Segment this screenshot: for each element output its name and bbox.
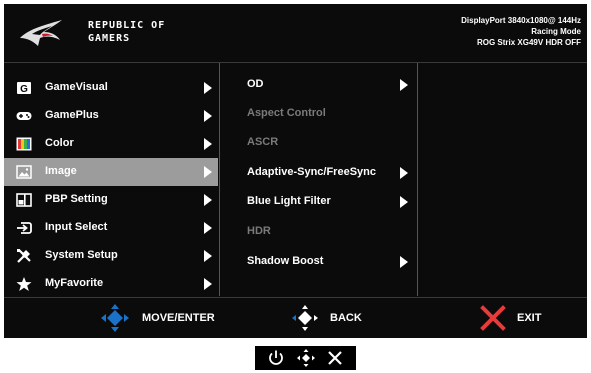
chevron-right-icon bbox=[204, 166, 212, 178]
menu-item-label: PBP Setting bbox=[45, 193, 108, 205]
status-model: ROG Strix XG49V HDR OFF bbox=[476, 38, 581, 47]
brand-text: REPUBLIC OF GAMERS bbox=[88, 19, 165, 45]
chevron-right-icon bbox=[204, 222, 212, 234]
menu-item-pbp-setting[interactable]: PBP Setting bbox=[4, 186, 218, 214]
submenu-item-label: OD bbox=[247, 78, 264, 90]
osd-menu: REPUBLIC OF GAMERS DisplayPort 3840x1080… bbox=[4, 4, 587, 338]
menu-item-gameplus[interactable]: GamePlus bbox=[4, 102, 218, 130]
menu-item-system-setup[interactable]: System Setup bbox=[4, 242, 218, 270]
menu-item-image[interactable]: Image bbox=[4, 158, 218, 186]
menu-item-label: Color bbox=[45, 137, 74, 149]
move-enter-label: MOVE/ENTER bbox=[142, 312, 215, 324]
close-icon bbox=[328, 351, 342, 365]
chevron-right-icon bbox=[204, 138, 212, 150]
submenu-item-ascr: ASCR bbox=[220, 129, 417, 157]
chevron-right-icon bbox=[400, 196, 408, 208]
detail-pane bbox=[417, 63, 587, 296]
exit-button[interactable]: EXIT bbox=[480, 298, 560, 338]
chevron-right-icon bbox=[400, 256, 408, 268]
pbp-icon bbox=[16, 193, 32, 207]
brand-line2: GAMERS bbox=[88, 33, 131, 44]
submenu-item-blue-light-filter[interactable]: Blue Light Filter bbox=[220, 188, 417, 216]
chevron-right-icon bbox=[204, 250, 212, 262]
five-way-navigation-icon bbox=[101, 304, 129, 332]
navigation-back-icon bbox=[292, 305, 318, 331]
chevron-right-icon bbox=[204, 194, 212, 206]
star-icon bbox=[16, 277, 32, 291]
submenu-item-adaptive-sync[interactable]: Adaptive-Sync/FreeSync bbox=[220, 159, 417, 187]
submenu-item-hdr: HDR bbox=[220, 218, 417, 246]
tools-icon bbox=[17, 249, 31, 263]
gamevisual-icon: G bbox=[17, 82, 31, 95]
image-submenu: OD Aspect Control ASCR Adaptive-Sync/Fre… bbox=[219, 63, 418, 296]
input-icon bbox=[17, 222, 32, 234]
chevron-right-icon bbox=[204, 110, 212, 122]
menu-item-gamevisual[interactable]: G GameVisual bbox=[4, 74, 218, 102]
chevron-right-icon bbox=[204, 278, 212, 290]
menu-item-label: GamePlus bbox=[45, 109, 99, 121]
navigation-icon bbox=[297, 349, 315, 367]
submenu-item-label: ASCR bbox=[247, 136, 279, 148]
osd-footer: MOVE/ENTER BACK EXIT bbox=[4, 297, 587, 338]
close-icon bbox=[480, 305, 506, 331]
submenu-item-label: Shadow Boost bbox=[247, 255, 324, 267]
input-status: DisplayPort 3840x1080@ 144Hz Racing Mode… bbox=[461, 15, 581, 48]
menu-item-color[interactable]: Color bbox=[4, 130, 218, 158]
gamepad-icon bbox=[16, 112, 32, 120]
brand-line1: REPUBLIC OF bbox=[88, 20, 166, 31]
submenu-item-aspect-control: Aspect Control bbox=[220, 100, 417, 128]
power-icon bbox=[269, 350, 283, 365]
menu-item-myfavorite[interactable]: MyFavorite bbox=[4, 270, 218, 298]
menu-item-label: GameVisual bbox=[45, 81, 108, 93]
main-menu: G GameVisual GamePlus Color Image PBP Se… bbox=[4, 63, 218, 296]
menu-item-label: MyFavorite bbox=[45, 277, 104, 289]
chevron-right-icon bbox=[400, 167, 408, 179]
chevron-right-icon bbox=[400, 79, 408, 91]
submenu-item-label: HDR bbox=[247, 225, 271, 237]
hardware-buttons-legend bbox=[255, 346, 356, 370]
menu-item-label: Image bbox=[45, 165, 77, 177]
menu-item-label: System Setup bbox=[45, 249, 118, 261]
submenu-item-od[interactable]: OD bbox=[220, 71, 417, 99]
svg-text:G: G bbox=[20, 84, 28, 95]
image-icon bbox=[16, 165, 32, 179]
status-mode: Racing Mode bbox=[531, 27, 581, 36]
status-signal: DisplayPort 3840x1080@ 144Hz bbox=[461, 16, 581, 25]
osd-header: REPUBLIC OF GAMERS DisplayPort 3840x1080… bbox=[4, 4, 587, 63]
exit-label: EXIT bbox=[517, 312, 542, 324]
menu-item-input-select[interactable]: Input Select bbox=[4, 214, 218, 242]
submenu-item-shadow-boost[interactable]: Shadow Boost bbox=[220, 248, 417, 276]
submenu-item-label: Blue Light Filter bbox=[247, 195, 331, 207]
color-icon bbox=[16, 137, 32, 151]
menu-item-label: Input Select bbox=[45, 221, 108, 233]
back-button[interactable]: BACK bbox=[290, 298, 380, 338]
chevron-right-icon bbox=[204, 82, 212, 94]
rog-logo-icon bbox=[20, 20, 62, 46]
back-label: BACK bbox=[330, 312, 362, 324]
submenu-item-label: Aspect Control bbox=[247, 107, 326, 119]
move-enter-button[interactable]: MOVE/ENTER bbox=[100, 298, 230, 338]
submenu-item-label: Adaptive-Sync/FreeSync bbox=[247, 166, 376, 178]
